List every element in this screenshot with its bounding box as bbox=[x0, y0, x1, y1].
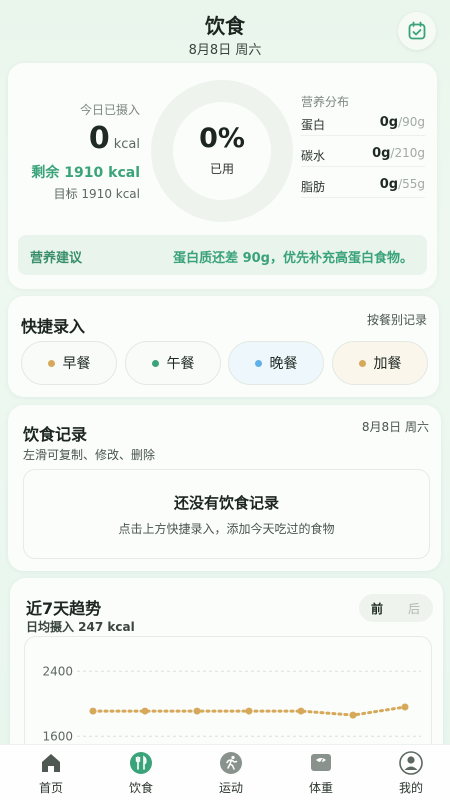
empty-subtitle: 点击上方快捷录入，添加今天吃过的食物 bbox=[118, 522, 335, 536]
header: 饮食 8月8日 周六 bbox=[0, 0, 450, 64]
nutrient-row-protein: 蛋白 0g/90g bbox=[301, 114, 425, 136]
intake-number: 0 bbox=[88, 121, 110, 156]
target-calories: 目标 1910 kcal bbox=[53, 187, 140, 201]
nutrient-name: 蛋白 bbox=[301, 118, 326, 132]
page-title: 饮食 bbox=[205, 14, 245, 38]
diet-icon bbox=[130, 752, 152, 774]
week-toggle: 前 后 bbox=[359, 594, 433, 622]
meal-label: 晚餐 bbox=[269, 356, 298, 372]
ring-label: 已用 bbox=[209, 162, 234, 176]
target-point bbox=[349, 711, 357, 719]
target-point bbox=[297, 707, 305, 715]
empty-title: 还没有饮食记录 bbox=[173, 494, 279, 512]
nutrient-row-fat: 脂肪 0g/55g bbox=[301, 176, 425, 198]
quick-entry-subtitle: 按餐别记录 bbox=[366, 313, 427, 327]
diet-log-date: 8月8日 周六 bbox=[361, 420, 429, 434]
summary-card: 今日已摄入 0 kcal 剩余 1910 kcal 目标 1910 kcal 0%… bbox=[8, 63, 437, 289]
advice-text: 蛋白质还差 90g，优先补充高蛋白食物。 bbox=[173, 251, 413, 266]
meal-dot bbox=[47, 359, 55, 367]
nav-item-weight[interactable]: 体重 bbox=[276, 745, 366, 800]
trend-title: 近7天趋势 bbox=[26, 599, 102, 618]
nav-item-exercise[interactable]: 运动 bbox=[186, 745, 276, 800]
next-week-button[interactable]: 后 bbox=[408, 600, 420, 617]
nav-label: 首页 bbox=[38, 781, 63, 795]
nav-label: 饮食 bbox=[128, 781, 153, 795]
nutrient-current: 0g bbox=[379, 177, 399, 192]
nutrient-row-carbs: 碳水 0g/210g bbox=[301, 145, 425, 167]
nav-item-diet[interactable]: 饮食 bbox=[96, 745, 186, 800]
nutrition-title: 营养分布 bbox=[301, 95, 350, 109]
nav-label: 体重 bbox=[308, 781, 333, 795]
page-date: 8月8日 周六 bbox=[188, 43, 262, 58]
bottom-nav: 首页 饮食 运动 体重 我的 bbox=[0, 744, 450, 800]
nutrient-max: /90g bbox=[398, 115, 425, 129]
meal-label: 加餐 bbox=[373, 356, 402, 372]
diet-log-hint: 左滑可复制、修改、删除 bbox=[23, 448, 156, 462]
meal-dot bbox=[151, 359, 159, 367]
diet-log-card: 饮食记录 8月8日 周六 左滑可复制、修改、删除 还没有饮食记录 点击上方快捷录… bbox=[8, 405, 441, 571]
meal-label: 早餐 bbox=[62, 356, 91, 372]
meal-button-breakfast[interactable]: 早餐 bbox=[21, 341, 117, 385]
intake-value: 0 kcal bbox=[8, 121, 140, 156]
nav-item-home[interactable]: 首页 bbox=[6, 745, 96, 800]
nav-item-profile[interactable]: 我的 bbox=[366, 745, 450, 800]
calendar-check-icon bbox=[408, 21, 426, 40]
intake-label: 今日已摄入 bbox=[79, 103, 140, 117]
nutrition-advice: 营养建议 蛋白质还差 90g，优先补充高蛋白食物。 bbox=[18, 235, 427, 275]
nav-label: 我的 bbox=[398, 781, 423, 795]
nav-label: 运动 bbox=[218, 781, 243, 795]
nutrient-current: 0g bbox=[372, 146, 391, 161]
quick-entry-card: 快捷录入 按餐别记录 早餐 午餐 晚餐 加餐 bbox=[8, 296, 439, 397]
advice-label: 营养建议 bbox=[30, 251, 83, 266]
calendar-button[interactable] bbox=[398, 12, 436, 50]
meal-button-dinner[interactable]: 晚餐 bbox=[228, 341, 324, 385]
target-point bbox=[141, 707, 149, 715]
profile-icon bbox=[399, 751, 423, 775]
remaining-calories: 剩余 1910 kcal bbox=[31, 165, 140, 181]
meal-button-lunch[interactable]: 午餐 bbox=[125, 341, 221, 385]
target-point bbox=[245, 707, 253, 715]
nutrient-name: 脂肪 bbox=[301, 180, 326, 194]
nutrient-max: /210g bbox=[390, 146, 425, 160]
target-point bbox=[193, 707, 201, 715]
home-icon bbox=[42, 754, 60, 772]
y-tick-label: 1600 bbox=[42, 729, 73, 743]
meal-button-snack[interactable]: 加餐 bbox=[332, 341, 428, 385]
quick-entry-title: 快捷录入 bbox=[21, 317, 86, 336]
run-icon bbox=[220, 752, 242, 774]
intake-unit: kcal bbox=[113, 137, 140, 152]
nutrient-name: 碳水 bbox=[301, 149, 326, 163]
empty-state: 还没有饮食记录 点击上方快捷录入，添加今天吃过的食物 bbox=[23, 469, 430, 559]
prev-week-button[interactable]: 前 bbox=[371, 600, 383, 617]
diet-log-title: 饮食记录 bbox=[23, 425, 88, 444]
scale-icon bbox=[311, 754, 331, 771]
target-point bbox=[401, 703, 409, 711]
meal-dot bbox=[358, 359, 366, 367]
target-point bbox=[89, 707, 97, 715]
nutrient-current: 0g bbox=[379, 115, 399, 130]
nutrient-max: /55g bbox=[398, 177, 425, 191]
meal-label: 午餐 bbox=[166, 356, 195, 372]
trend-average: 日均摄入 247 kcal bbox=[26, 620, 135, 634]
y-tick-label: 2400 bbox=[42, 664, 73, 678]
meal-dot bbox=[254, 359, 262, 367]
ring-percent: 0% bbox=[199, 123, 245, 154]
